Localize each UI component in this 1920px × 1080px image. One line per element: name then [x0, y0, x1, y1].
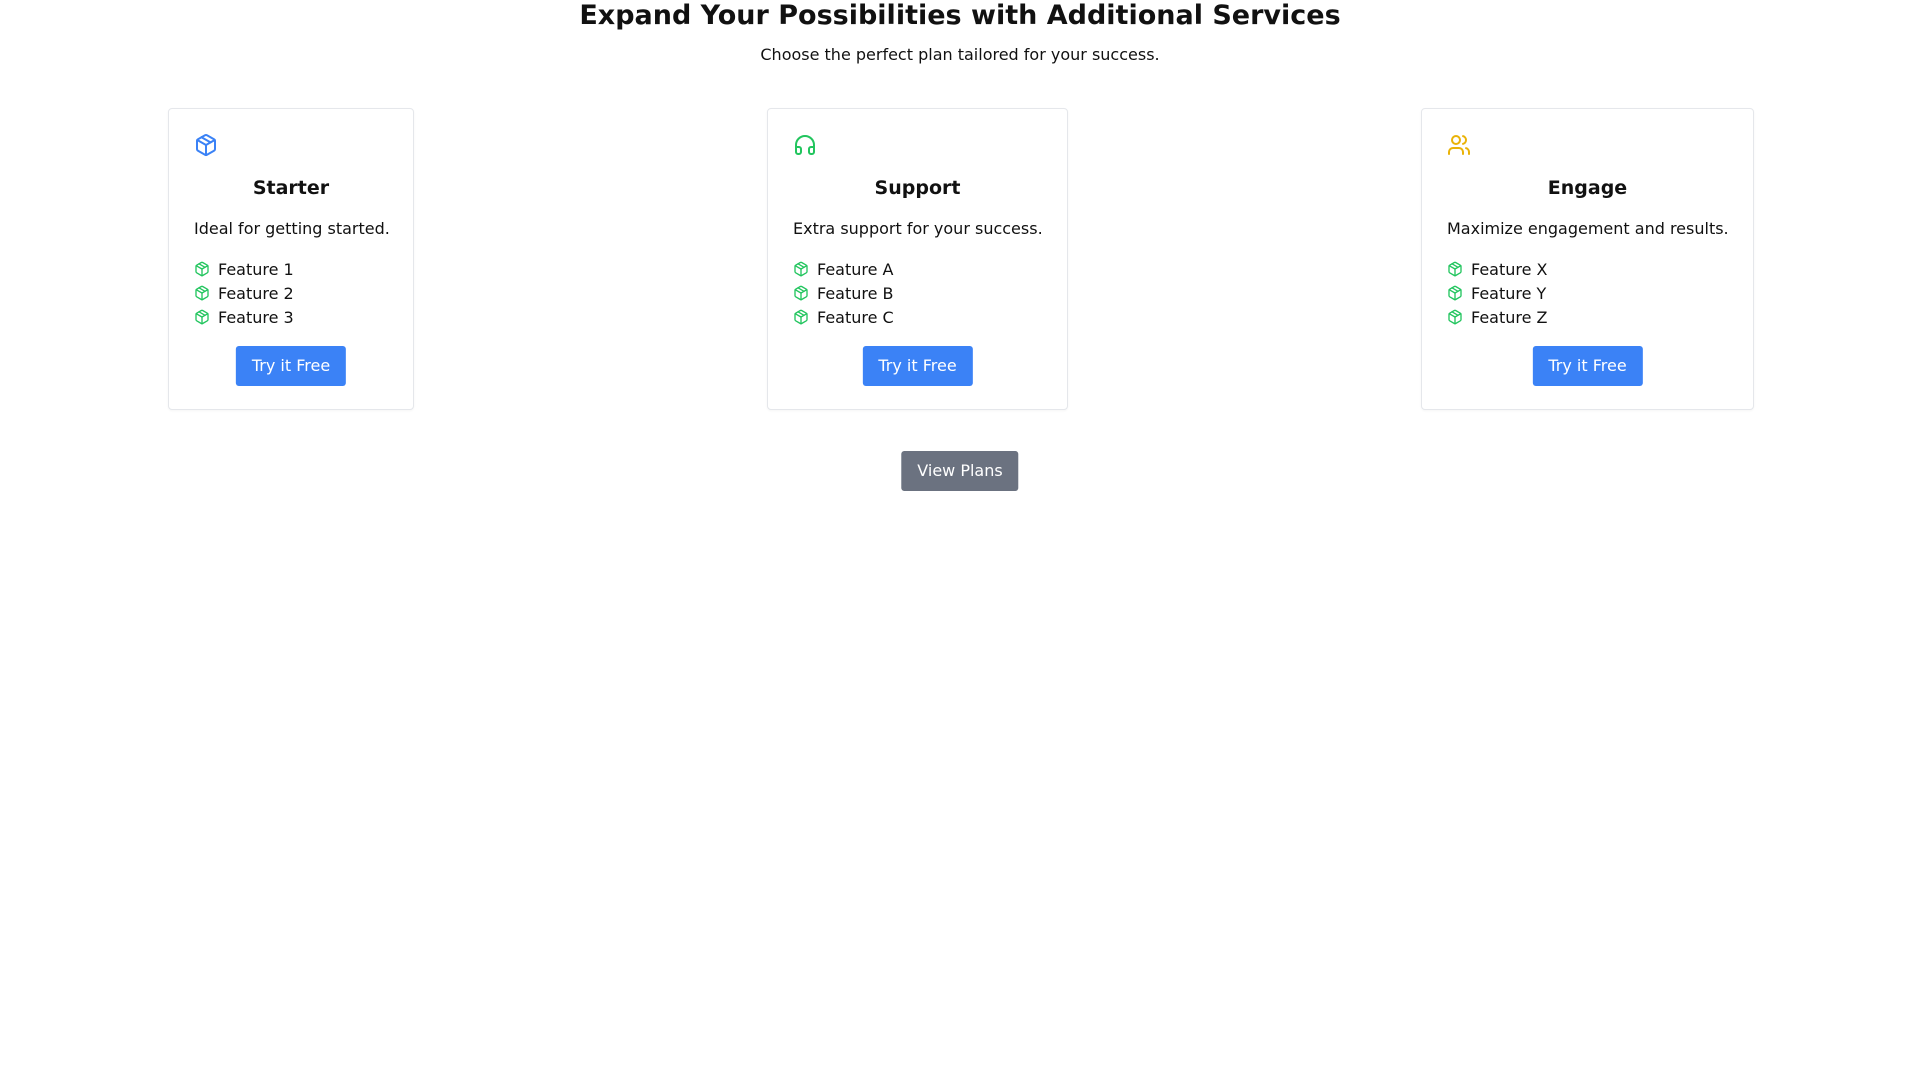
feature-label: Feature Y	[1471, 283, 1547, 303]
feature-item: Feature X	[1447, 257, 1548, 281]
users-icon	[1447, 133, 1471, 157]
feature-label: Feature A	[817, 259, 894, 279]
card-title: Starter	[252, 177, 330, 199]
card-title: Support	[874, 177, 961, 199]
feature-label: Feature 1	[218, 259, 294, 279]
package-icon	[194, 285, 210, 301]
package-icon	[194, 133, 218, 157]
services-page: Expand Your Possibilities with Additiona…	[0, 0, 1920, 1080]
card-title: Engage	[1547, 177, 1628, 199]
feature-item: Feature C	[793, 305, 894, 329]
package-icon	[793, 261, 809, 277]
feature-label: Feature 2	[218, 283, 294, 303]
headset-icon	[793, 133, 817, 157]
feature-item: Feature B	[793, 281, 894, 305]
page-title: Expand Your Possibilities with Additiona…	[579, 0, 1341, 31]
package-icon	[1447, 261, 1463, 277]
package-icon	[1447, 309, 1463, 325]
plan-card-starter: Starter Ideal for getting started. Featu…	[168, 108, 414, 410]
try-it-free-button[interactable]: Try it Free	[862, 346, 973, 386]
card-description: Extra support for your success.	[793, 219, 1043, 238]
package-icon	[194, 261, 210, 277]
package-icon	[1447, 285, 1463, 301]
package-icon	[793, 285, 809, 301]
feature-item: Feature Z	[1447, 305, 1548, 329]
try-it-free-button[interactable]: Try it Free	[1532, 346, 1643, 386]
feature-list: Feature 1 Feature 2 Feature 3	[194, 257, 294, 329]
card-description: Maximize engagement and results.	[1447, 219, 1729, 238]
feature-item: Feature 3	[194, 305, 294, 329]
feature-item: Feature Y	[1447, 281, 1548, 305]
feature-item: Feature 2	[194, 281, 294, 305]
plan-card-engage: Engage Maximize engagement and results. …	[1421, 108, 1754, 410]
card-description: Ideal for getting started.	[194, 219, 390, 238]
feature-label: Feature X	[1471, 259, 1548, 279]
feature-list: Feature A Feature B Feature C	[793, 257, 894, 329]
package-icon	[194, 309, 210, 325]
page-subtitle: Choose the perfect plan tailored for you…	[760, 45, 1160, 64]
feature-list: Feature X Feature Y Feature Z	[1447, 257, 1548, 329]
plan-card-support: Support Extra support for your success. …	[767, 108, 1068, 410]
feature-label: Feature 3	[218, 307, 294, 327]
feature-label: Feature C	[817, 307, 894, 327]
package-icon	[793, 309, 809, 325]
view-plans-button[interactable]: View Plans	[901, 451, 1019, 491]
feature-label: Feature Z	[1471, 307, 1548, 327]
try-it-free-button[interactable]: Try it Free	[235, 346, 347, 386]
feature-label: Feature B	[817, 283, 894, 303]
feature-item: Feature A	[793, 257, 894, 281]
feature-item: Feature 1	[194, 257, 294, 281]
